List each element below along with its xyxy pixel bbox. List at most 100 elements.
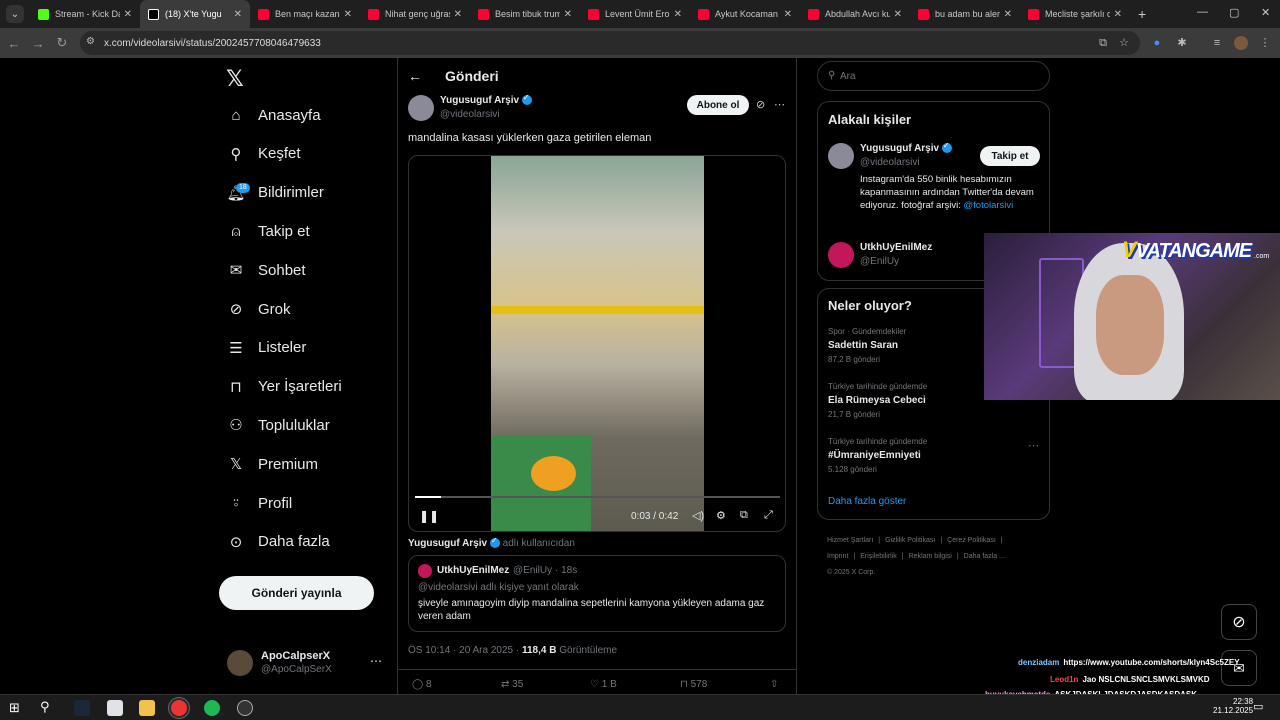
footer-link[interactable]: Reklam bilgisi <box>909 553 952 560</box>
footer-link[interactable]: Erişilebilirlik <box>860 553 897 560</box>
reload-icon[interactable]: ↻ <box>50 35 74 51</box>
windows-start-icon[interactable]: ⊞ <box>9 700 20 716</box>
tab-close-icon[interactable]: ✕ <box>1114 9 1122 20</box>
browser-tab[interactable]: Ben maçı kazanan ✕ <box>250 0 360 28</box>
tab-close-icon[interactable]: ✕ <box>1004 9 1012 20</box>
browser-tab[interactable]: Nihat genç uğraş ✕ <box>360 0 470 28</box>
tab-close-icon[interactable]: ✕ <box>234 9 242 20</box>
author-name[interactable]: Yugusuguf Arşiv <box>440 93 532 106</box>
share-icon[interactable]: ⇧ <box>770 679 778 690</box>
sidebar-item-list[interactable]: ☰ Listeler <box>226 331 306 365</box>
taskbar-search-icon[interactable]: ⚲ <box>40 699 50 715</box>
pause-icon[interactable]: ❚❚ <box>419 509 439 523</box>
file-explorer-icon[interactable] <box>139 700 155 716</box>
search-box[interactable]: ⚲ Ara <box>817 61 1050 91</box>
sidebar-item-home[interactable]: ⌂ Anasayfa <box>226 98 320 132</box>
sidebar-item-mail[interactable]: ✉ Sohbet <box>226 253 306 287</box>
related-handle-1[interactable]: @videolarsivi <box>860 157 920 168</box>
browser-tab[interactable]: bu adam bu alem ✕ <box>910 0 1020 28</box>
close-window-icon[interactable]: ✕ <box>1261 6 1270 19</box>
account-switcher[interactable]: ApoCalpserX @ApoCalpSerX ⋯ <box>227 650 392 680</box>
author-avatar[interactable] <box>408 95 434 121</box>
forward-icon[interactable]: → <box>26 36 50 51</box>
obs-icon[interactable] <box>237 700 253 716</box>
quoted-tweet[interactable]: UtkhUyEnilMez @EnilUy · 18s @videolarsiv… <box>408 555 786 632</box>
repost-button[interactable]: ⇄ 35 <box>501 679 523 690</box>
extensions-puzzle-icon[interactable]: ✱ <box>1175 36 1189 50</box>
subscribe-button[interactable]: Abone ol <box>687 95 749 115</box>
tab-close-icon[interactable]: ✕ <box>344 9 352 20</box>
related-avatar-1[interactable] <box>828 143 854 169</box>
grok-icon[interactable]: ⊘ <box>756 98 765 111</box>
footer-link[interactable]: Çerez Politikası <box>947 537 996 544</box>
spotify-icon[interactable] <box>204 700 220 716</box>
follow-button[interactable]: Takip et <box>980 146 1040 166</box>
bio-link[interactable]: @fotolarsivi <box>964 200 1014 211</box>
footer-link[interactable]: © 2025 X Corp. <box>827 569 875 576</box>
browser-tab[interactable]: Mecliste şarkılı du ✕ <box>1020 0 1130 28</box>
tab-close-icon[interactable]: ✕ <box>784 9 792 20</box>
chrome-icon[interactable] <box>171 700 187 716</box>
sidebar-item-bookmark[interactable]: ⊓ Yer İşaretleri <box>226 370 342 404</box>
trend-name[interactable]: #ÜmraniyeEmniyeti <box>828 450 921 461</box>
browser-tab[interactable]: Besim tibuk trump ✕ <box>470 0 580 28</box>
picture-in-picture-icon[interactable]: ⧉ <box>740 509 748 522</box>
browser-tab[interactable]: Stream - Kick Das ✕ <box>30 0 140 28</box>
more-options-icon[interactable]: ⋯ <box>774 98 785 111</box>
sidebar-item-search[interactable]: ⚲ Keşfet <box>226 137 301 171</box>
author-handle[interactable]: @videolarsivi <box>440 109 500 120</box>
like-button[interactable]: ♡ 1 B <box>590 679 617 690</box>
fullscreen-icon[interactable]: ⤢ <box>764 509 773 522</box>
browser-tab[interactable]: Aykut Kocaman m ✕ <box>690 0 800 28</box>
tab-close-icon[interactable]: ✕ <box>124 9 132 20</box>
messages-float-icon[interactable]: ✉ <box>1221 650 1257 686</box>
tab-close-icon[interactable]: ✕ <box>564 9 572 20</box>
media-control-icon[interactable]: ≡ <box>1210 36 1224 50</box>
bookmark-star-icon[interactable]: ☆ <box>1117 36 1131 50</box>
reply-button[interactable]: ◯ 8 <box>412 679 432 690</box>
bookmark-button[interactable]: ⊓ 578 <box>680 679 707 690</box>
new-tab-button[interactable]: + <box>1138 6 1146 22</box>
related-name-1[interactable]: Yugusuguf Arşiv <box>860 141 952 154</box>
profile-avatar-icon[interactable] <box>1234 36 1248 50</box>
extension-icon[interactable]: ● <box>1150 36 1164 50</box>
trend-name[interactable]: Sadettin Saran <box>828 340 898 351</box>
tab-search-icon[interactable]: ⌄ <box>6 5 24 23</box>
grok-float-icon[interactable]: ⊘ <box>1221 604 1257 640</box>
browser-tab[interactable]: Levent Ümit Erol ✕ <box>580 0 690 28</box>
install-app-icon[interactable]: ⧉ <box>1096 36 1110 50</box>
url-field[interactable]: ⚙ x.com/videolarsivi/status/200245770804… <box>80 31 1140 55</box>
footer-link[interactable]: Hizmet Şartları <box>827 537 873 544</box>
show-more-link[interactable]: Daha fazla göster <box>828 496 906 507</box>
steam-icon[interactable] <box>74 700 90 716</box>
video-settings-icon[interactable]: ⚙ <box>716 509 726 522</box>
back-arrow-icon[interactable]: ← <box>408 68 422 84</box>
related-avatar-2[interactable] <box>828 242 854 268</box>
trend-name[interactable]: Ela Rümeysa Cebeci <box>828 395 926 406</box>
minimize-icon[interactable]: — <box>1197 6 1208 18</box>
related-name-2[interactable]: UtkhUyEnilMez <box>860 242 932 253</box>
video-progress-track[interactable] <box>415 496 780 498</box>
tab-close-icon[interactable]: ✕ <box>454 9 462 20</box>
x-logo-icon[interactable]: 𝕏 <box>226 66 244 92</box>
sidebar-item-x[interactable]: 𝕏 Premium <box>226 447 318 481</box>
footer-link[interactable]: Imprint <box>827 553 848 560</box>
browser-tab[interactable]: (18) X'te Yugu ✕ <box>140 0 250 28</box>
sidebar-item-grok[interactable]: ⊘ Grok <box>226 292 291 326</box>
video-source[interactable]: Yugusuguf Arşiv adlı kullanıcıdan <box>408 536 575 549</box>
notification-icon[interactable]: ▭ <box>1253 700 1263 713</box>
browser-tab[interactable]: Abdullah Avcı kul ✕ <box>800 0 910 28</box>
clock[interactable]: 22:38 21.12.2025 <box>1213 697 1253 715</box>
site-info-icon[interactable]: ⚙ <box>86 36 95 47</box>
maximize-icon[interactable]: ▢ <box>1229 6 1239 19</box>
video-player[interactable]: ❚❚ 0:03 / 0:42 ◁) ⚙ ⧉ ⤢ <box>408 155 786 532</box>
related-handle-2[interactable]: @EnilUy <box>860 256 899 267</box>
sidebar-item-profile[interactable]: ⍤ Profil <box>226 486 292 520</box>
volume-icon[interactable]: ◁) <box>692 509 704 522</box>
sidebar-item-bell[interactable]: 🔔︎ 18 Bildirimler <box>226 176 324 210</box>
tab-close-icon[interactable]: ✕ <box>894 9 902 20</box>
post-button[interactable]: Gönderi yayınla <box>219 576 374 610</box>
sidebar-item-follow[interactable]: ⍝ Takip et <box>226 214 309 248</box>
footer-link[interactable]: Gizlilik Politikası <box>885 537 935 544</box>
back-icon[interactable]: ← <box>2 36 26 51</box>
